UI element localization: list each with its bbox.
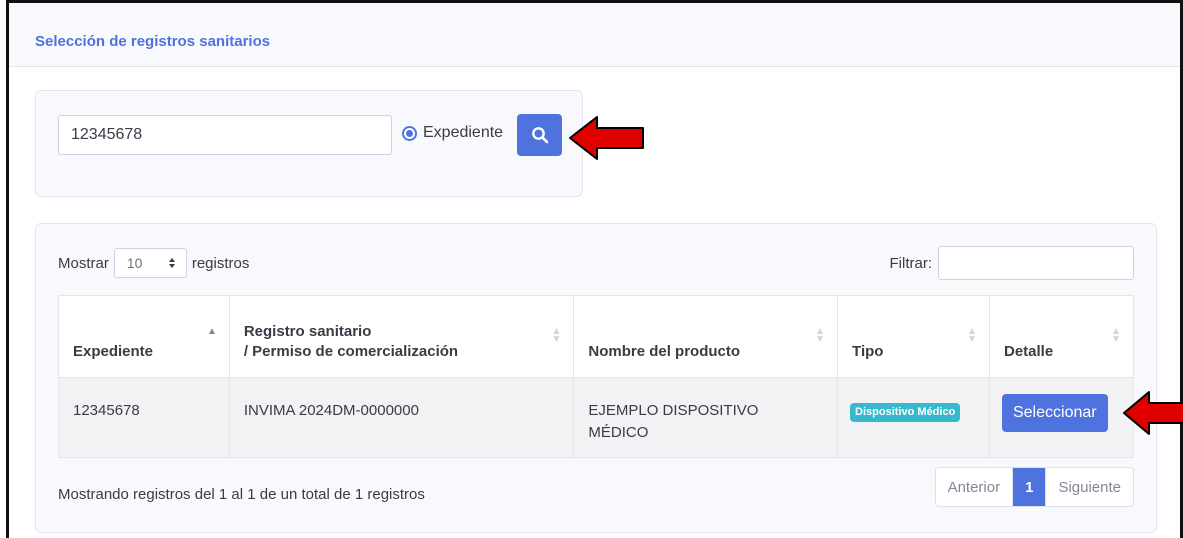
filter-label: Filtrar: (889, 254, 933, 272)
cell-tipo: Dispositivo Médico (837, 377, 990, 458)
page-length-select[interactable]: 10 (113, 248, 187, 278)
arrow-pointer-icon (569, 116, 644, 160)
sort-icon: ▲ ▼ (967, 326, 977, 345)
pagination-next[interactable]: Siguiente (1046, 468, 1133, 506)
sort-icon: ▲ ▼ (815, 326, 826, 345)
results-card: Mostrar 10 registros Filtrar: Expediente… (35, 223, 1157, 533)
show-label: Mostrar (58, 254, 109, 272)
sort-icon: ▲ (206, 326, 217, 337)
cell-detalle: Seleccionar (988, 377, 1135, 458)
cell-expediente: 12345678 (58, 377, 230, 458)
tipo-badge: Dispositivo Médico (850, 403, 961, 422)
search-icon (531, 127, 548, 144)
expediente-radio-option[interactable]: Expediente (402, 124, 503, 142)
filter-input[interactable] (938, 246, 1134, 280)
page-title: Selección de registros sanitarios (35, 33, 271, 50)
page-length-control: Mostrar 10 registros (58, 248, 249, 278)
search-button[interactable] (517, 114, 562, 156)
filter-control: Filtrar: (889, 246, 1134, 280)
select-button[interactable]: Seleccionar (1001, 394, 1108, 432)
records-label: registros (191, 254, 250, 272)
sort-icon: ▲ ▼ (551, 326, 562, 345)
column-header-registro[interactable]: Registro sanitario / Permiso de comercia… (228, 295, 575, 378)
column-header-detalle[interactable]: Detalle ▲ ▼ (988, 295, 1135, 378)
pagination-previous[interactable]: Anterior (936, 468, 1014, 506)
search-input[interactable] (58, 115, 392, 155)
card-header: Selección de registros sanitarios (9, 3, 1180, 67)
column-header-expediente[interactable]: Expediente ▲ (58, 295, 230, 378)
sort-icon: ▲ ▼ (1111, 326, 1121, 345)
column-header-tipo[interactable]: Tipo ▲ ▼ (837, 295, 990, 378)
results-table: Expediente ▲ Registro sanitario / Permis… (58, 295, 1135, 458)
pagination-page-1[interactable]: 1 (1013, 468, 1047, 506)
search-card: Expediente (35, 90, 583, 197)
column-header-producto[interactable]: Nombre del producto ▲ ▼ (573, 295, 839, 378)
radio-checked-dot (406, 129, 413, 137)
select-caret-icon (168, 258, 175, 268)
table-header-row: Expediente ▲ Registro sanitario / Permis… (58, 295, 1135, 378)
cell-producto: EJEMPLO DISPOSITIVO MÉDICO (573, 377, 839, 458)
pagination: Anterior 1 Siguiente (934, 467, 1134, 507)
expediente-radio[interactable] (402, 125, 417, 141)
app-frame: Selección de registros sanitarios Expedi… (6, 0, 1183, 538)
table-info: Mostrando registros del 1 al 1 de un tot… (58, 486, 425, 503)
cell-registro: INVIMA 2024DM-0000000 (228, 377, 575, 458)
expediente-radio-label: Expediente (423, 124, 504, 141)
arrow-pointer-icon (1123, 391, 1183, 435)
page-length-value: 10 (126, 255, 143, 271)
table-row: 12345678 INVIMA 2024DM-0000000 EJEMPLO D… (58, 377, 1135, 458)
